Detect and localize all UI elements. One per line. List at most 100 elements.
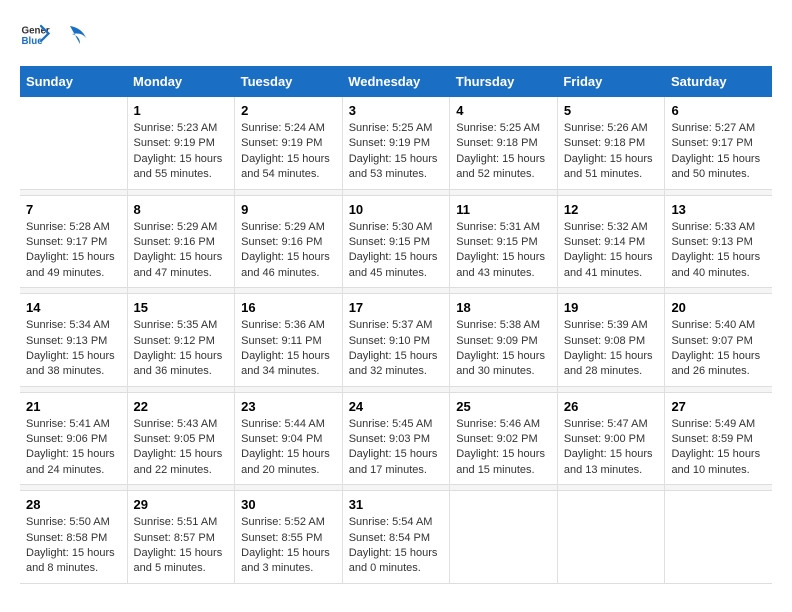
day-info: Sunrise: 5:27 AMSunset: 9:17 PMDaylight:… [671,121,766,183]
day-info: Sunrise: 5:32 AMSunset: 9:14 PMDaylight:… [564,220,659,282]
day-cell: 7 Sunrise: 5:28 AMSunset: 9:17 PMDaylight… [20,195,127,288]
svg-text:Blue: Blue [22,36,44,47]
day-info: Sunrise: 5:34 AMSunset: 9:13 PMDaylight:… [26,318,121,380]
week-row-1: 7 Sunrise: 5:28 AMSunset: 9:17 PMDaylight… [20,195,772,288]
week-row-2: 14Sunrise: 5:34 AMSunset: 9:13 PMDayligh… [20,294,772,387]
day-cell: 3 Sunrise: 5:25 AMSunset: 9:19 PMDaylight… [342,97,450,189]
day-cell: 10 Sunrise: 5:30 AMSunset: 9:15 PMDayligh… [342,195,450,288]
day-number: 20 [671,300,766,315]
day-info: Sunrise: 5:36 AMSunset: 9:11 PMDaylight:… [241,318,336,380]
day-info: Sunrise: 5:51 AMSunset: 8:57 PMDaylight:… [134,515,229,577]
day-number: 9 [241,202,336,217]
logo-arrow-icon [62,20,92,50]
day-info: Sunrise: 5:30 AMSunset: 9:15 PMDaylight:… [349,220,444,282]
day-cell: 5Sunrise: 5:26 AMSunset: 9:18 PMDaylight… [557,97,665,189]
header: General Blue [20,20,772,50]
day-number: 24 [349,399,444,414]
day-number: 3 [349,103,444,118]
day-number: 25 [456,399,551,414]
calendar-table: SundayMondayTuesdayWednesdayThursdayFrid… [20,66,772,584]
day-info: Sunrise: 5:47 AMSunset: 9:00 PMDaylight:… [564,417,659,479]
day-info: Sunrise: 5:25 AMSunset: 9:19 PMDaylight:… [349,121,444,183]
day-info: Sunrise: 5:46 AMSunset: 9:02 PMDaylight:… [456,417,551,479]
day-cell: 20Sunrise: 5:40 AMSunset: 9:07 PMDayligh… [665,294,772,387]
day-number: 10 [349,202,444,217]
day-number: 27 [671,399,766,414]
day-number: 22 [134,399,229,414]
day-number: 12 [564,202,659,217]
day-cell: 18Sunrise: 5:38 AMSunset: 9:09 PMDayligh… [450,294,558,387]
day-cell: 26 Sunrise: 5:47 AMSunset: 9:00 PMDayligh… [557,392,665,485]
day-cell [557,491,665,584]
column-header-monday: Monday [127,66,235,97]
day-info: Sunrise: 5:43 AMSunset: 9:05 PMDaylight:… [134,417,229,479]
day-cell: 19Sunrise: 5:39 AMSunset: 9:08 PMDayligh… [557,294,665,387]
logo-icon: General Blue [20,20,50,50]
day-cell: 4Sunrise: 5:25 AMSunset: 9:18 PMDaylight… [450,97,558,189]
day-number: 18 [456,300,551,315]
day-cell [665,491,772,584]
day-info: Sunrise: 5:35 AMSunset: 9:12 PMDaylight:… [134,318,229,380]
calendar-header-row: SundayMondayTuesdayWednesdayThursdayFrid… [20,66,772,97]
day-cell: 27 Sunrise: 5:49 AMSunset: 8:59 PMDayligh… [665,392,772,485]
day-number: 13 [671,202,766,217]
day-number: 30 [241,497,336,512]
day-cell: 24Sunrise: 5:45 AMSunset: 9:03 PMDayligh… [342,392,450,485]
day-cell: 30 Sunrise: 5:52 AMSunset: 8:55 PMDayligh… [235,491,343,584]
day-cell: 29 Sunrise: 5:51 AMSunset: 8:57 PMDayligh… [127,491,235,584]
column-header-friday: Friday [557,66,665,97]
day-info: Sunrise: 5:29 AMSunset: 9:16 PMDaylight:… [134,220,229,282]
day-cell [20,97,127,189]
week-row-4: 28 Sunrise: 5:50 AMSunset: 8:58 PMDayligh… [20,491,772,584]
day-info: Sunrise: 5:37 AMSunset: 9:10 PMDaylight:… [349,318,444,380]
day-info: Sunrise: 5:23 AMSunset: 9:19 PMDaylight:… [134,121,229,183]
day-number: 16 [241,300,336,315]
week-row-0: 1 Sunrise: 5:23 AMSunset: 9:19 PMDaylight… [20,97,772,189]
day-cell: 14Sunrise: 5:34 AMSunset: 9:13 PMDayligh… [20,294,127,387]
day-cell: 31 Sunrise: 5:54 AMSunset: 8:54 PMDayligh… [342,491,450,584]
column-header-wednesday: Wednesday [342,66,450,97]
day-cell [450,491,558,584]
day-cell: 2 Sunrise: 5:24 AMSunset: 9:19 PMDaylight… [235,97,343,189]
day-info: Sunrise: 5:28 AMSunset: 9:17 PMDaylight:… [26,220,121,282]
day-info: Sunrise: 5:54 AMSunset: 8:54 PMDaylight:… [349,515,444,577]
day-cell: 25 Sunrise: 5:46 AMSunset: 9:02 PMDayligh… [450,392,558,485]
day-info: Sunrise: 5:39 AMSunset: 9:08 PMDaylight:… [564,318,659,380]
week-row-3: 21Sunrise: 5:41 AMSunset: 9:06 PMDayligh… [20,392,772,485]
day-info: Sunrise: 5:26 AMSunset: 9:18 PMDaylight:… [564,121,659,183]
day-number: 23 [241,399,336,414]
column-header-thursday: Thursday [450,66,558,97]
day-cell: 15 Sunrise: 5:35 AMSunset: 9:12 PMDayligh… [127,294,235,387]
day-number: 17 [349,300,444,315]
day-cell: 23 Sunrise: 5:44 AMSunset: 9:04 PMDayligh… [235,392,343,485]
day-cell: 28 Sunrise: 5:50 AMSunset: 8:58 PMDayligh… [20,491,127,584]
day-number: 15 [134,300,229,315]
day-info: Sunrise: 5:50 AMSunset: 8:58 PMDaylight:… [26,515,121,577]
column-header-tuesday: Tuesday [235,66,343,97]
logo: General Blue [20,20,92,50]
day-number: 6 [671,103,766,118]
day-number: 7 [26,202,121,217]
day-cell: 13 Sunrise: 5:33 AMSunset: 9:13 PMDayligh… [665,195,772,288]
day-cell: 21Sunrise: 5:41 AMSunset: 9:06 PMDayligh… [20,392,127,485]
day-number: 21 [26,399,121,414]
day-number: 29 [134,497,229,512]
day-number: 1 [134,103,229,118]
day-info: Sunrise: 5:33 AMSunset: 9:13 PMDaylight:… [671,220,766,282]
day-number: 2 [241,103,336,118]
column-header-sunday: Sunday [20,66,127,97]
day-info: Sunrise: 5:49 AMSunset: 8:59 PMDaylight:… [671,417,766,479]
day-cell: 6 Sunrise: 5:27 AMSunset: 9:17 PMDaylight… [665,97,772,189]
day-info: Sunrise: 5:52 AMSunset: 8:55 PMDaylight:… [241,515,336,577]
day-number: 31 [349,497,444,512]
day-info: Sunrise: 5:29 AMSunset: 9:16 PMDaylight:… [241,220,336,282]
day-info: Sunrise: 5:44 AMSunset: 9:04 PMDaylight:… [241,417,336,479]
column-header-saturday: Saturday [665,66,772,97]
day-number: 11 [456,202,551,217]
day-cell: 22 Sunrise: 5:43 AMSunset: 9:05 PMDayligh… [127,392,235,485]
day-number: 28 [26,497,121,512]
day-number: 26 [564,399,659,414]
day-cell: 8Sunrise: 5:29 AMSunset: 9:16 PMDaylight… [127,195,235,288]
day-info: Sunrise: 5:24 AMSunset: 9:19 PMDaylight:… [241,121,336,183]
day-number: 4 [456,103,551,118]
